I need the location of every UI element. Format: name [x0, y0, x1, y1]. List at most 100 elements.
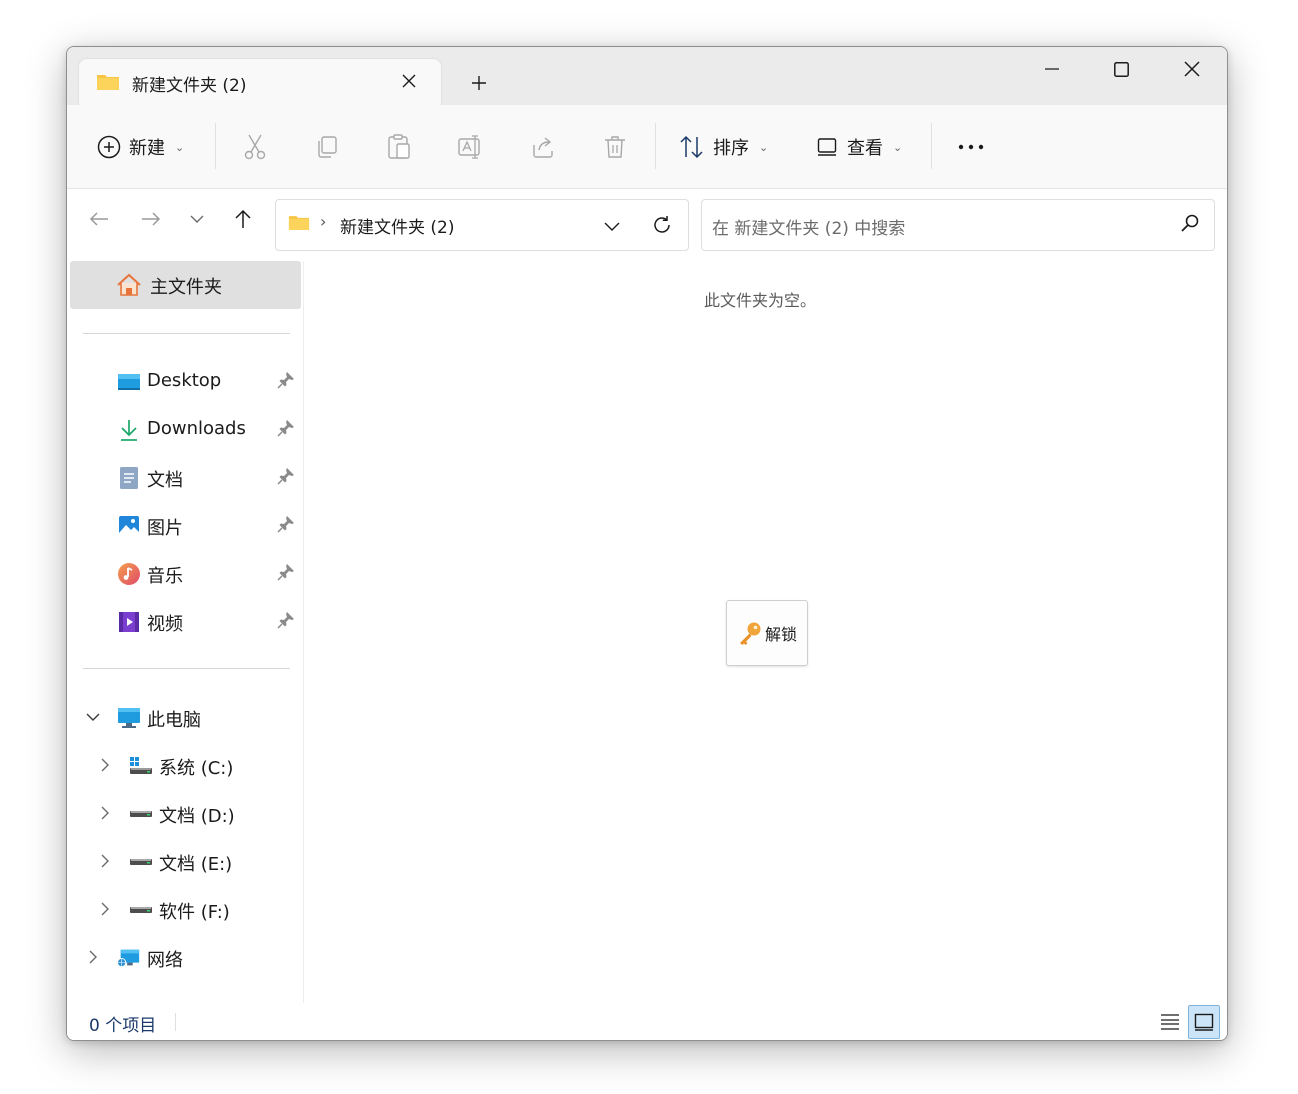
search-icon[interactable] — [1180, 213, 1200, 237]
search-input[interactable]: 在 新建文件夹 (2) 中搜索 — [701, 199, 1215, 251]
view-button[interactable]: 查看 ⌄ — [817, 129, 902, 165]
sidebar-item-videos[interactable]: 视频 — [67, 602, 301, 642]
address-dropdown-chevron-icon[interactable] — [598, 212, 626, 240]
documents-icon — [117, 466, 141, 490]
pin-icon[interactable] — [277, 563, 295, 585]
unlock-label: 解锁 — [764, 625, 797, 644]
new-button[interactable]: 新建 ⌄ — [97, 129, 184, 165]
pin-icon[interactable] — [277, 419, 295, 441]
unlock-button[interactable]: 解锁 — [726, 600, 808, 666]
sidebar-item-label: 文档 (E:) — [159, 854, 233, 875]
address-bar[interactable]: › 新建文件夹 (2) — [275, 199, 689, 251]
sidebar-item-pictures[interactable]: 图片 — [67, 506, 301, 546]
close-window-button[interactable] — [1157, 51, 1227, 87]
sidebar-item-music[interactable]: 音乐 — [67, 554, 301, 594]
paste-icon[interactable] — [383, 131, 415, 163]
sidebar-item-label: 主文件夹 — [150, 277, 222, 298]
sidebar-item-drive-d[interactable]: 文档 (D:) — [67, 794, 301, 834]
breadcrumb-separator[interactable]: › — [320, 212, 326, 231]
system-drive-icon — [129, 754, 153, 778]
chevron-down-icon: ⌄ — [759, 140, 769, 154]
sidebar-item-drive-e[interactable]: 文档 (E:) — [67, 842, 301, 882]
rename-icon[interactable] — [455, 131, 487, 163]
toolbar-divider — [215, 123, 216, 169]
status-bar: 0 个项目 — [67, 1003, 1227, 1040]
chevron-down-icon: ⌄ — [893, 140, 903, 154]
close-tab-icon[interactable] — [395, 67, 423, 95]
file-explorer-window: 新建文件夹 (2) 新建 ⌄ 排序 ⌄ 查看 ⌄ › 新建文件夹 (2) 在 新… — [66, 46, 1228, 1041]
status-divider — [175, 1013, 176, 1031]
sidebar-item-label: 图片 — [147, 518, 183, 539]
empty-folder-message: 此文件夹为空。 — [704, 291, 817, 310]
item-count: 0 个项目 — [89, 1016, 157, 1036]
minimize-button[interactable] — [1017, 51, 1087, 87]
sidebar-item-documents[interactable]: 文档 — [67, 458, 301, 498]
details-view-icon[interactable] — [1155, 1007, 1185, 1037]
sidebar-item-this-pc[interactable]: 此电脑 — [67, 698, 301, 738]
large-icons-view-icon[interactable] — [1188, 1005, 1220, 1039]
toolbar-divider — [655, 123, 656, 169]
sidebar-item-drive-c[interactable]: 系统 (C:) — [67, 746, 301, 786]
pin-icon[interactable] — [277, 515, 295, 537]
address-row: › 新建文件夹 (2) 在 新建文件夹 (2) 中搜索 — [67, 189, 1227, 261]
cut-icon[interactable] — [239, 131, 271, 163]
folder-icon — [288, 214, 310, 235]
sidebar-item-label: 视频 — [147, 614, 183, 635]
drive-icon — [129, 898, 153, 922]
back-arrow-icon[interactable] — [83, 203, 115, 235]
more-options-icon[interactable] — [953, 131, 989, 163]
sidebar-item-desktop[interactable]: Desktop — [67, 362, 301, 402]
new-tab-button[interactable] — [463, 67, 495, 99]
sidebar-item-network[interactable]: 网络 — [67, 938, 301, 978]
music-icon — [117, 562, 141, 586]
sidebar-item-label: 软件 (F:) — [159, 902, 230, 923]
home-icon — [116, 273, 142, 301]
share-icon[interactable] — [527, 131, 559, 163]
chevron-right-icon[interactable] — [95, 899, 115, 919]
sidebar-item-label: Desktop — [147, 370, 222, 391]
downloads-icon — [117, 418, 141, 442]
pictures-icon — [117, 514, 141, 538]
key-icon — [739, 622, 761, 645]
sidebar-divider — [83, 668, 290, 669]
sidebar-item-label: 音乐 — [147, 566, 183, 587]
delete-icon[interactable] — [599, 131, 631, 163]
recent-locations-chevron-icon[interactable] — [181, 203, 213, 235]
command-bar: 新建 ⌄ 排序 ⌄ 查看 ⌄ — [67, 105, 1227, 189]
refresh-icon[interactable] — [648, 211, 676, 239]
videos-icon — [117, 610, 141, 634]
add-circle-icon — [97, 135, 121, 159]
chevron-right-icon[interactable] — [95, 803, 115, 823]
chevron-right-icon[interactable] — [95, 851, 115, 871]
computer-icon — [117, 706, 141, 730]
search-placeholder: 在 新建文件夹 (2) 中搜索 — [712, 219, 906, 239]
forward-arrow-icon[interactable] — [135, 203, 167, 235]
pin-icon[interactable] — [277, 371, 295, 393]
copy-icon[interactable] — [311, 131, 343, 163]
sidebar-divider — [83, 333, 290, 334]
chevron-right-icon[interactable] — [95, 755, 115, 775]
pin-icon[interactable] — [277, 467, 295, 489]
chevron-right-icon[interactable] — [83, 947, 103, 967]
maximize-button[interactable] — [1086, 51, 1156, 87]
folder-icon — [96, 73, 120, 95]
chevron-down-icon: ⌄ — [175, 140, 185, 154]
tab-title: 新建文件夹 (2) — [132, 76, 247, 96]
file-list-area[interactable]: 此文件夹为空。 解锁 — [304, 261, 1226, 1003]
sidebar-item-home[interactable]: 主文件夹 — [70, 261, 301, 309]
up-arrow-icon[interactable] — [227, 203, 259, 235]
pin-icon[interactable] — [277, 611, 295, 633]
view-label: 查看 — [847, 138, 883, 159]
drive-icon — [129, 850, 153, 874]
sidebar-item-downloads[interactable]: Downloads — [67, 410, 301, 450]
tab-current-folder[interactable]: 新建文件夹 (2) — [79, 59, 441, 105]
breadcrumb-current-folder[interactable]: 新建文件夹 (2) — [340, 213, 454, 238]
desktop-icon — [117, 370, 141, 394]
sidebar-item-label: 文档 (D:) — [159, 806, 235, 827]
sidebar-item-drive-f[interactable]: 软件 (F:) — [67, 890, 301, 930]
sidebar-item-label: 文档 — [147, 470, 183, 491]
sort-button[interactable]: 排序 ⌄ — [679, 129, 768, 165]
drive-icon — [129, 802, 153, 826]
chevron-down-icon[interactable] — [83, 707, 103, 727]
new-label: 新建 — [129, 138, 165, 159]
